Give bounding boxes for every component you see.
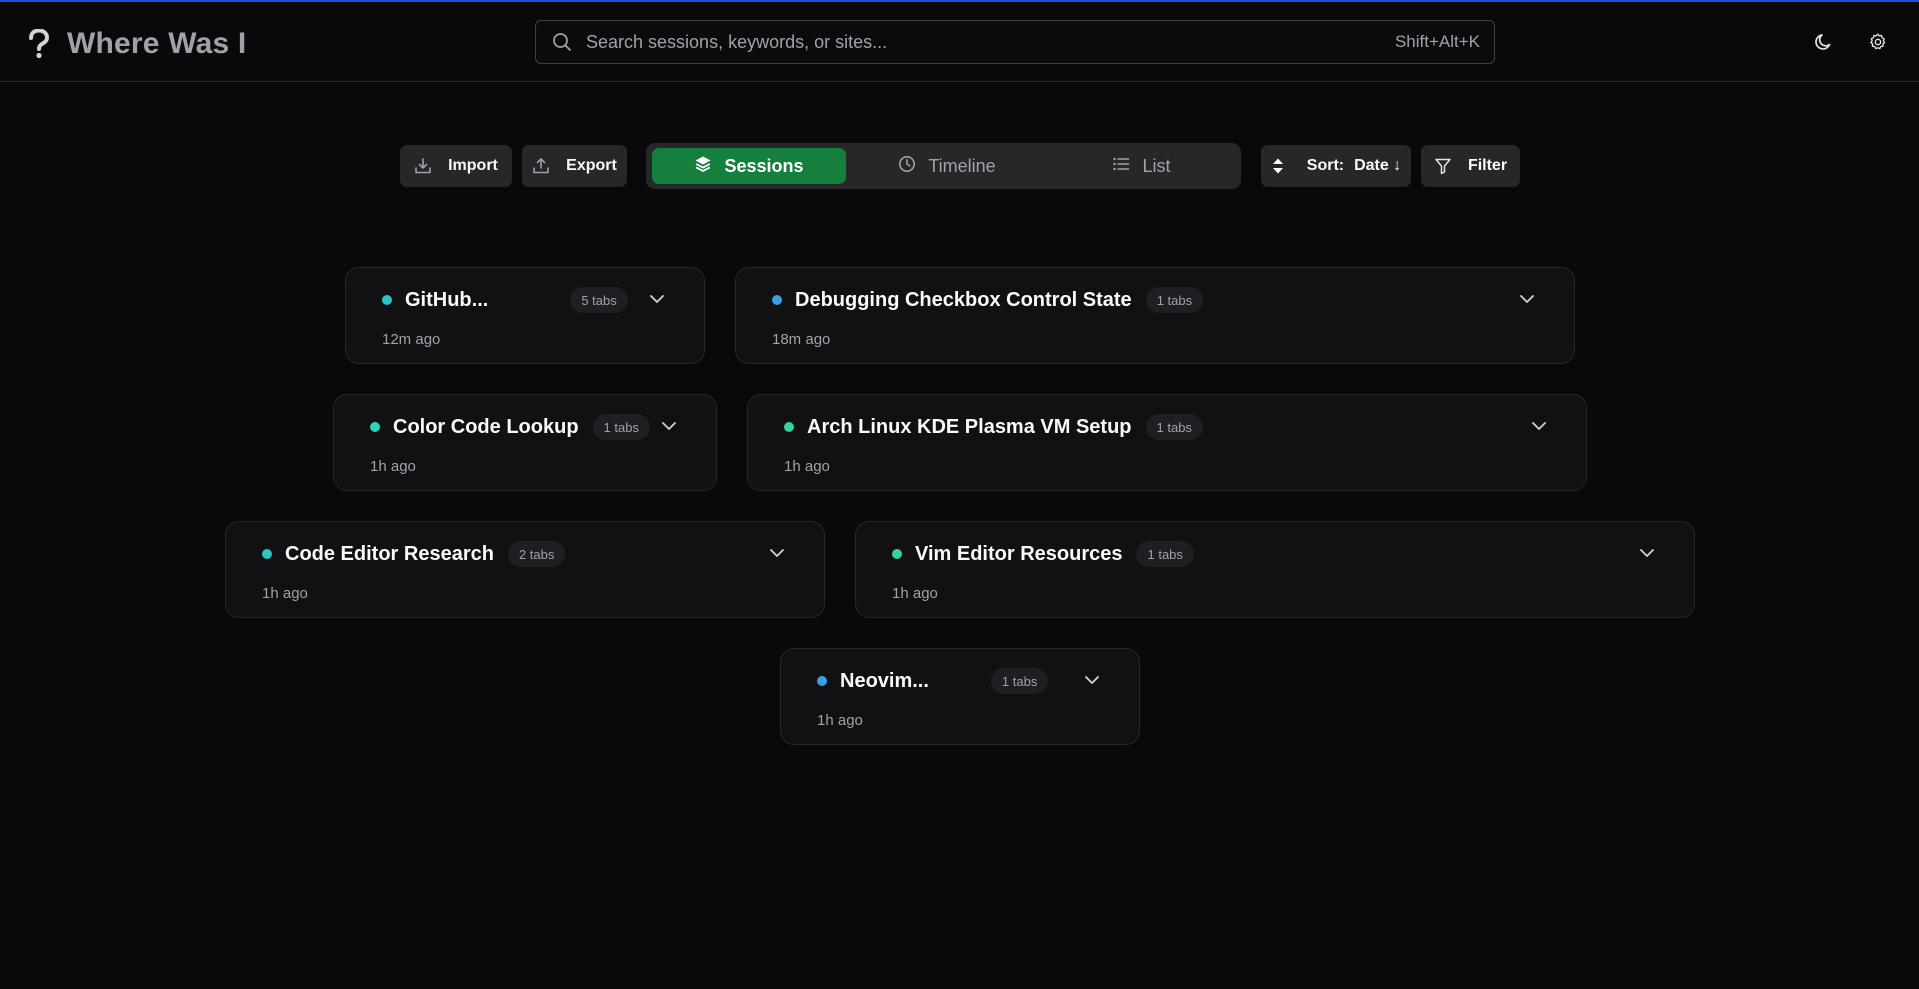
brand[interactable]: Where Was I <box>26 24 246 64</box>
tab-list-label: List <box>1142 155 1171 176</box>
session-time: 1h ago <box>784 458 830 475</box>
session-card[interactable]: Code Editor Research 2 tabs 1h ago <box>225 521 825 618</box>
layers-icon <box>694 155 712 178</box>
status-dot <box>382 295 392 305</box>
sort-value: Date ↓ <box>1354 157 1402 174</box>
import-button[interactable]: Import <box>400 145 512 187</box>
view-switcher: Sessions Timeline List <box>646 143 1241 189</box>
tab-sessions[interactable]: Sessions <box>652 148 846 184</box>
tab-count-badge: 1 tabs <box>592 414 650 440</box>
chevron-down-icon[interactable] <box>1081 669 1103 691</box>
tab-timeline[interactable]: Timeline <box>852 148 1042 184</box>
tab-timeline-label: Timeline <box>928 155 996 176</box>
status-dot <box>772 295 782 305</box>
session-title: Neovim... <box>840 669 929 692</box>
tab-sessions-label: Sessions <box>724 155 804 176</box>
search-input[interactable] <box>586 21 1395 63</box>
filter-icon <box>1434 157 1452 175</box>
session-card[interactable]: GitHub... 5 tabs 12m ago <box>345 267 705 364</box>
session-title: Arch Linux KDE Plasma VM Setup <box>807 415 1132 438</box>
session-time: 1h ago <box>370 458 416 475</box>
tab-count-badge: 1 tabs <box>1145 287 1204 313</box>
import-label: Import <box>448 157 498 174</box>
session-time: 1h ago <box>262 585 308 602</box>
sort-button[interactable]: Sort: Date ↓ <box>1261 145 1411 187</box>
session-time: 1h ago <box>817 712 863 729</box>
status-dot <box>262 549 272 559</box>
tab-count-badge: 1 tabs <box>1136 541 1194 567</box>
session-card[interactable]: Vim Editor Resources 1 tabs 1h ago <box>855 521 1695 618</box>
sort-arrows-icon <box>1271 157 1285 175</box>
search-bar[interactable]: Shift+Alt+K <box>535 20 1495 64</box>
session-time: 12m ago <box>382 331 441 348</box>
status-dot <box>370 422 380 432</box>
session-title: Vim Editor Resources <box>915 542 1123 565</box>
chevron-down-icon[interactable] <box>1516 288 1538 310</box>
filter-label: Filter <box>1467 157 1508 174</box>
settings-button[interactable] <box>1862 28 1894 60</box>
app-header: Where Was I Shift+Alt+K <box>0 2 1919 82</box>
export-button[interactable]: Export <box>522 145 627 187</box>
session-title: GitHub... <box>405 288 489 311</box>
chevron-down-icon[interactable] <box>766 542 788 564</box>
session-card[interactable]: Debugging Checkbox Control State 1 tabs … <box>735 267 1575 364</box>
upload-icon <box>532 157 550 175</box>
search-icon <box>552 32 572 52</box>
chevron-down-icon[interactable] <box>1528 415 1550 437</box>
chevron-down-icon[interactable] <box>646 288 668 310</box>
download-icon <box>414 157 432 175</box>
toolbar: Import Export Sessions Timeline List Sor… <box>0 143 1919 189</box>
gear-icon <box>1868 32 1888 57</box>
tab-list[interactable]: List <box>1048 148 1235 184</box>
status-dot <box>817 676 827 686</box>
session-card[interactable]: Color Code Lookup 1 tabs 1h ago <box>333 394 717 491</box>
session-card[interactable]: Neovim... 1 tabs 1h ago <box>780 648 1140 745</box>
search-shortcut-hint: Shift+Alt+K <box>1394 32 1480 51</box>
tab-count-badge: 1 tabs <box>1145 414 1203 440</box>
chevron-down-icon[interactable] <box>658 415 680 437</box>
status-dot <box>784 422 794 432</box>
session-title: Color Code Lookup <box>393 415 579 438</box>
theme-toggle-button[interactable] <box>1808 28 1840 60</box>
filter-button[interactable]: Filter <box>1421 145 1520 187</box>
clock-icon <box>898 155 916 178</box>
app-title: Where Was I <box>67 27 247 60</box>
chevron-down-icon[interactable] <box>1636 542 1658 564</box>
moon-icon <box>1814 32 1834 57</box>
session-card[interactable]: Arch Linux KDE Plasma VM Setup 1 tabs 1h… <box>747 394 1587 491</box>
sort-label: Sort: <box>1306 157 1345 174</box>
status-dot <box>892 549 902 559</box>
tab-count-badge: 2 tabs <box>507 541 566 567</box>
tab-count-badge: 5 tabs <box>570 287 628 313</box>
question-mark-icon <box>26 26 52 62</box>
session-time: 18m ago <box>772 331 831 348</box>
session-time: 1h ago <box>892 585 938 602</box>
list-icon <box>1112 155 1130 178</box>
export-label: Export <box>566 157 617 174</box>
session-title: Code Editor Research <box>285 542 494 565</box>
session-title: Debugging Checkbox Control State <box>795 288 1132 311</box>
tab-count-badge: 1 tabs <box>990 668 1049 694</box>
